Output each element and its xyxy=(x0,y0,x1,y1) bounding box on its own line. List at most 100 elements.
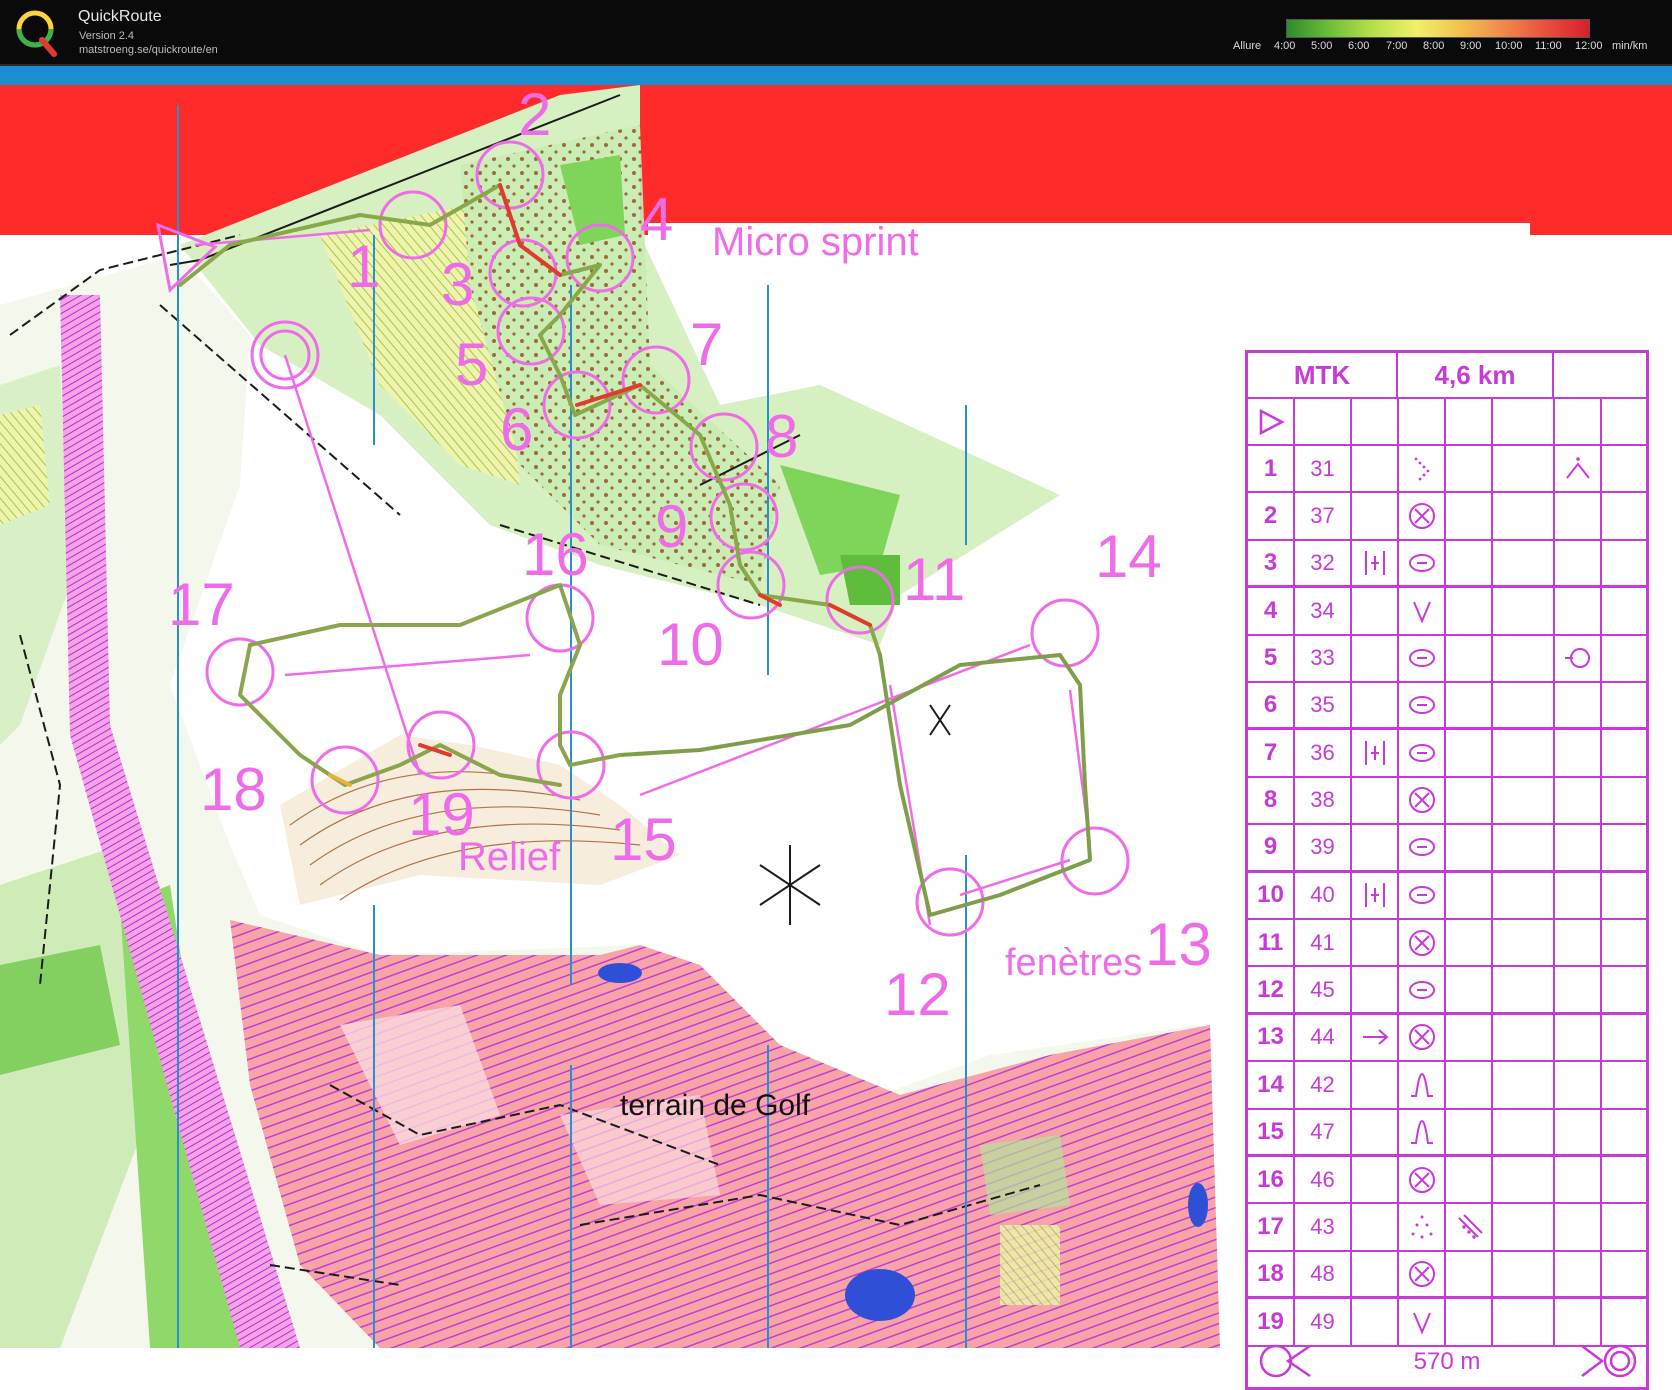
control-code: 41 xyxy=(1295,920,1352,966)
pace-tick: 8:00 xyxy=(1423,40,1445,52)
symbol-cell xyxy=(1399,683,1446,728)
symbol-cell xyxy=(1399,446,1446,492)
control-number: 16 xyxy=(522,521,589,588)
control-row: 1 31 xyxy=(1248,446,1646,494)
course-length: 4,6 km xyxy=(1398,353,1554,397)
empty-cell xyxy=(1352,588,1399,634)
empty-cell xyxy=(1602,730,1646,775)
empty-cell xyxy=(1352,635,1399,681)
app-version: Version 2.4 xyxy=(79,30,135,42)
empty-cell xyxy=(1602,967,1646,1011)
start-triangle-icon xyxy=(1259,408,1285,435)
empty-cell xyxy=(1602,1110,1646,1154)
control-number: 18 xyxy=(200,756,267,823)
quickroute-logo-icon xyxy=(16,10,57,57)
control-number: 5 xyxy=(455,331,488,398)
control-number: 1 xyxy=(1248,446,1295,492)
empty-cell xyxy=(1446,635,1493,681)
control-row: 4 34 xyxy=(1248,588,1646,636)
empty-cell xyxy=(1352,446,1399,492)
control-code: 42 xyxy=(1295,1062,1352,1108)
empty-cell xyxy=(1555,1062,1602,1108)
pace-tick: 9:00 xyxy=(1460,40,1482,52)
empty-cell xyxy=(1602,920,1646,965)
pace-tick: 4:00 xyxy=(1274,40,1296,52)
control-number: 9 xyxy=(655,493,688,560)
circle-x-icon xyxy=(1408,787,1435,814)
symbol-cell xyxy=(1399,825,1446,870)
app-url[interactable]: matstroeng.se/quickroute/en xyxy=(79,44,218,56)
symbol-cell xyxy=(1399,920,1446,966)
symbol-cell xyxy=(1399,1204,1446,1250)
symbol-cell xyxy=(1352,730,1399,776)
bend-icon xyxy=(1565,456,1590,479)
control-number: 4 xyxy=(1248,588,1295,634)
empty-cell xyxy=(1602,825,1646,869)
control-code: 46 xyxy=(1295,1157,1352,1203)
control-number: 8 xyxy=(1248,777,1295,824)
orienteering-map[interactable]: 1 2 3 4 5 6 7 8 9 10 11 12 13 14 15 16 1… xyxy=(0,81,1672,1390)
ellipse-dash-icon xyxy=(1408,744,1435,763)
control-row: 8 38 xyxy=(1248,777,1646,826)
empty-cell xyxy=(1446,730,1493,776)
pace-tick: 10:00 xyxy=(1495,40,1523,52)
control-number: 17 xyxy=(168,571,235,638)
v-shape-icon xyxy=(1412,601,1431,624)
circle-x-icon xyxy=(1408,1166,1435,1193)
pace-tick: 5:00 xyxy=(1311,40,1333,52)
symbol-cell xyxy=(1399,730,1446,776)
dot-triangle-icon xyxy=(1411,1215,1432,1239)
symbol-cell xyxy=(1352,540,1399,586)
empty-cell xyxy=(1602,446,1646,491)
empty-cell xyxy=(1446,1014,1493,1061)
symbol-cell xyxy=(1352,872,1399,918)
control-number: 15 xyxy=(1248,1109,1295,1154)
symbol-cell xyxy=(1446,1204,1493,1250)
control-row: 6 35 xyxy=(1248,683,1646,731)
empty-cell xyxy=(1493,1251,1555,1297)
circle-dash-icon xyxy=(1564,648,1590,669)
control-number: 1 xyxy=(347,233,380,300)
control-code: 43 xyxy=(1295,1204,1352,1250)
control-row: 10 40 xyxy=(1248,872,1646,920)
pace-caption: Allure xyxy=(1233,40,1262,52)
empty-cell xyxy=(1446,446,1493,492)
empty-cell xyxy=(1446,967,1493,1012)
red-banner xyxy=(648,85,1672,235)
control-code: 39 xyxy=(1295,825,1352,870)
bell-icon xyxy=(1410,1072,1433,1097)
ellipse-dash-icon xyxy=(1408,553,1435,572)
control-number: 4 xyxy=(640,186,673,253)
symbol-cell xyxy=(1399,540,1446,586)
empty-cell xyxy=(1602,493,1646,538)
empty-cell xyxy=(1493,1109,1555,1154)
empty-cell xyxy=(1555,1014,1602,1061)
control-code: 35 xyxy=(1295,683,1352,728)
bar-cluster-icon xyxy=(1364,741,1385,766)
finish-row: 570 m xyxy=(1248,1336,1646,1387)
symbol-cell xyxy=(1399,1062,1446,1108)
empty-cell xyxy=(1493,920,1555,966)
empty-cell xyxy=(1493,777,1555,824)
dotted-corner-icon xyxy=(1414,457,1429,481)
symbol-cell xyxy=(1399,1014,1446,1061)
empty-cell xyxy=(1446,920,1493,966)
control-number: 7 xyxy=(690,311,723,378)
empty-cell xyxy=(1352,920,1399,966)
symbol-cell xyxy=(1399,1157,1446,1203)
control-number: 18 xyxy=(1248,1251,1295,1297)
empty-cell xyxy=(1493,588,1555,634)
arrow-icon xyxy=(1362,1029,1389,1046)
empty-cell xyxy=(1493,446,1555,492)
control-code: 31 xyxy=(1295,446,1352,492)
control-number: 5 xyxy=(1248,635,1295,681)
v-shape-icon xyxy=(1412,1312,1431,1335)
ellipse-dash-icon xyxy=(1408,696,1435,715)
control-code: 32 xyxy=(1295,540,1352,586)
empty-cell xyxy=(1352,493,1399,539)
empty-cell xyxy=(1446,683,1493,728)
empty-cell xyxy=(1352,1204,1399,1250)
diag-dots-icon xyxy=(1457,1214,1483,1239)
pace-tick: 11:00 xyxy=(1535,40,1562,52)
empty-cell xyxy=(1446,1062,1493,1108)
